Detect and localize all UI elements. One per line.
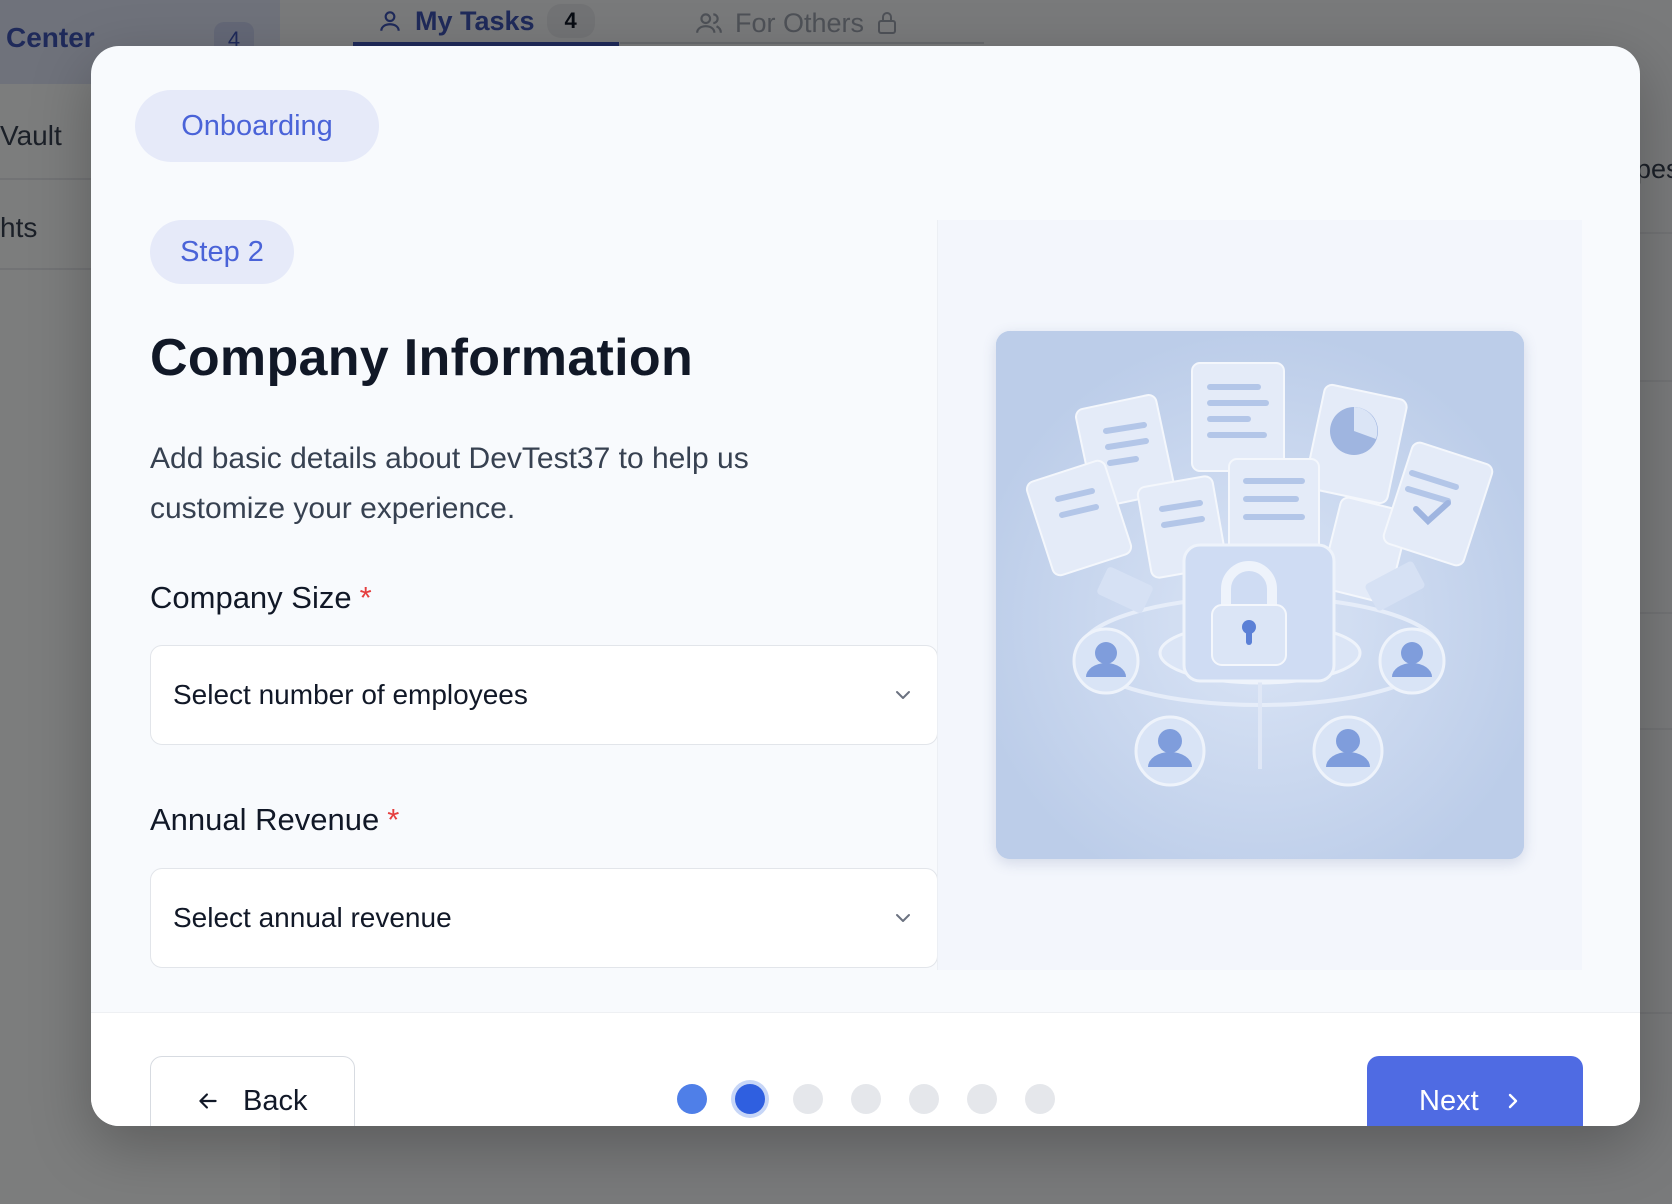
onboarding-modal: Onboarding Step 2 Company Information Ad…	[91, 46, 1640, 1126]
back-button-label: Back	[243, 1084, 308, 1117]
progress-dot-6	[967, 1084, 997, 1114]
chevron-down-icon	[896, 691, 910, 699]
select-placeholder: Select annual revenue	[173, 902, 452, 933]
company-size-select[interactable]: Select number of employees	[150, 645, 938, 745]
required-mark: *	[359, 580, 372, 615]
progress-dot-1	[677, 1084, 707, 1114]
progress-dot-4	[851, 1084, 881, 1114]
company-size-label: Company Size *	[150, 580, 372, 616]
next-button[interactable]: Next	[1367, 1056, 1583, 1126]
back-button[interactable]: Back	[150, 1056, 355, 1126]
annual-revenue-select[interactable]: Select annual revenue	[150, 868, 938, 968]
progress-dot-2	[735, 1084, 765, 1114]
progress-dot-3	[793, 1084, 823, 1114]
progress-dot-5	[909, 1084, 939, 1114]
page-description: Add basic details about DevTest37 to hel…	[150, 442, 749, 525]
security-illustration	[996, 331, 1524, 859]
page-title: Company Information	[150, 329, 694, 387]
required-mark: *	[387, 802, 400, 837]
next-button-label: Next	[1419, 1084, 1479, 1117]
field-label-text: Company Size	[150, 580, 352, 615]
illustration-art	[996, 331, 1524, 859]
step-badge: Step 2	[150, 220, 294, 284]
select-placeholder: Select number of employees	[173, 679, 528, 710]
field-label-text: Annual Revenue	[150, 802, 380, 837]
onboarding-badge: Onboarding	[135, 90, 379, 162]
arrow-left-icon	[199, 1093, 217, 1109]
annual-revenue-label: Annual Revenue *	[150, 802, 399, 838]
step-progress-dots	[677, 1084, 1055, 1114]
progress-dot-7	[1025, 1084, 1055, 1114]
chevron-down-icon	[896, 914, 910, 922]
chevron-right-icon	[1508, 1093, 1517, 1109]
